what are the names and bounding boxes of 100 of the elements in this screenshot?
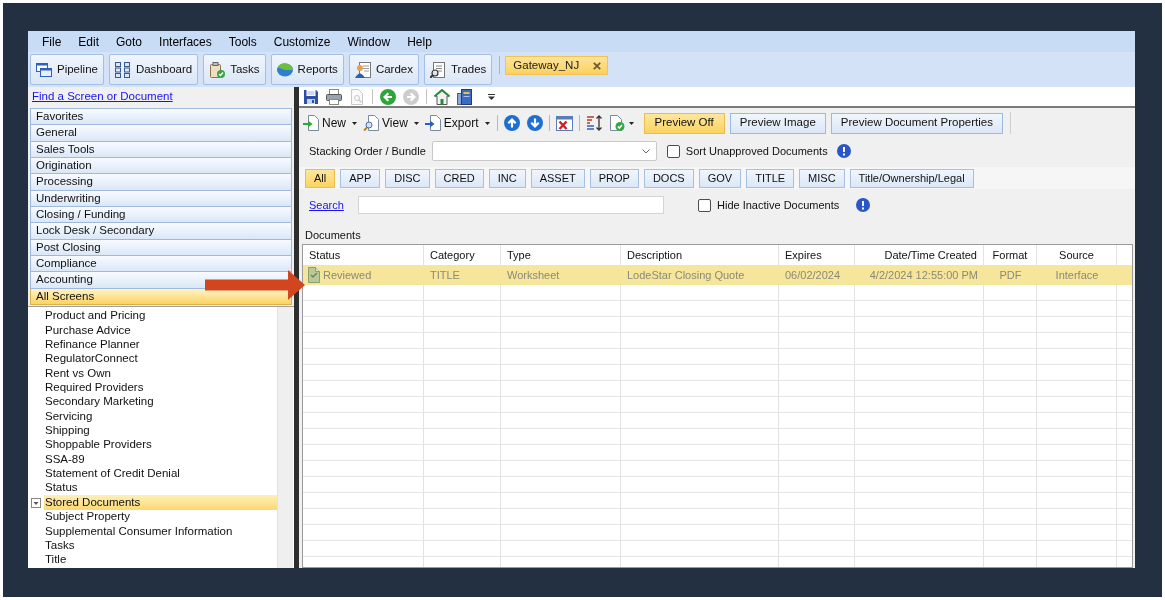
filter-tab[interactable]: ASSET bbox=[530, 168, 585, 188]
home-icon[interactable] bbox=[434, 88, 450, 105]
document-magnifier-icon bbox=[363, 115, 379, 131]
checkbox-label[interactable]: Hide Inactive Documents bbox=[717, 196, 840, 214]
clipboard-check-icon bbox=[209, 61, 226, 78]
category-bar[interactable]: Processing bbox=[30, 174, 292, 191]
filter-tab[interactable]: INC bbox=[488, 168, 526, 188]
preview-button[interactable]: Preview Image bbox=[729, 112, 826, 134]
menu-item[interactable]: Goto bbox=[116, 35, 143, 48]
filter-tab[interactable]: MISC bbox=[799, 168, 845, 188]
screen-list-item[interactable]: Tasks bbox=[44, 538, 277, 553]
toolbar-button[interactable]: Tasks bbox=[203, 54, 266, 85]
screen-list-item[interactable]: Required Providers bbox=[44, 380, 277, 395]
filter-tab[interactable]: All bbox=[305, 168, 336, 188]
dropdown-button[interactable]: New bbox=[302, 112, 358, 134]
filter-tab[interactable]: APP bbox=[340, 168, 381, 188]
menu-item[interactable]: Customize bbox=[273, 35, 331, 48]
category-bar[interactable]: General bbox=[30, 125, 292, 142]
screen-list-item[interactable]: Statement of Credit Denial bbox=[44, 466, 277, 482]
overflow-menu-icon[interactable] bbox=[488, 93, 495, 100]
menu-item[interactable]: Tools bbox=[228, 35, 257, 48]
filter-tab[interactable]: DISC bbox=[385, 168, 430, 188]
screen-list-item[interactable]: Title bbox=[44, 552, 277, 568]
document-arrow-icon bbox=[303, 115, 319, 131]
screen-list-item[interactable]: Supplemental Consumer Information bbox=[44, 524, 277, 539]
windows-icon bbox=[36, 61, 52, 78]
screen-list-item[interactable]: Shipping bbox=[44, 423, 277, 439]
filter-tab[interactable]: TITLE bbox=[746, 168, 795, 188]
info-icon[interactable] bbox=[856, 198, 871, 212]
document-check-icon[interactable] bbox=[608, 115, 625, 131]
save-icon[interactable] bbox=[303, 88, 319, 105]
scrollbar[interactable] bbox=[277, 306, 293, 568]
section-label: Documents bbox=[304, 228, 361, 242]
arrow-up-circle-icon[interactable] bbox=[503, 115, 520, 131]
category-bar[interactable]: Lock Desk / Secondary bbox=[30, 223, 292, 240]
chevron-down-icon bbox=[641, 148, 650, 154]
info-icon[interactable] bbox=[836, 144, 851, 158]
menu-item[interactable]: Window bbox=[347, 35, 391, 48]
menu-item[interactable]: Help bbox=[407, 35, 432, 48]
caret-icon bbox=[413, 121, 419, 125]
table-cell-text: 4/2/2024 12:55:00 PM bbox=[868, 267, 979, 283]
preview-button[interactable]: Preview Document Properties bbox=[830, 112, 1003, 134]
preview-button[interactable]: Preview Off bbox=[643, 112, 725, 134]
toolbar-button[interactable]: Dashboard bbox=[108, 54, 199, 85]
screen-list-item[interactable]: Secondary Marketing bbox=[44, 395, 277, 410]
dropdown-button[interactable]: Export bbox=[423, 112, 491, 134]
category-bar[interactable]: Favorites bbox=[30, 109, 292, 126]
screen-list-item[interactable]: Servicing bbox=[44, 409, 277, 424]
table-cell-text: TITLE bbox=[429, 267, 461, 283]
screen-list-item[interactable]: SSA-89 bbox=[44, 452, 277, 467]
sort-icon[interactable] bbox=[585, 115, 603, 131]
table-cell-text: 06/02/2024 bbox=[784, 267, 842, 283]
contact-card-icon bbox=[354, 61, 371, 78]
screen-list-item[interactable]: Shoppable Providers bbox=[44, 438, 277, 453]
document-arrow-icon bbox=[424, 115, 441, 131]
screen-list-item[interactable]: Status bbox=[44, 481, 277, 496]
caret-icon bbox=[484, 121, 490, 125]
checkbox[interactable] bbox=[698, 198, 711, 212]
toolbar-button[interactable]: Pipeline bbox=[30, 54, 104, 85]
toolbar-button[interactable]: Reports bbox=[270, 54, 344, 85]
filter-tab[interactable]: GOV bbox=[698, 168, 742, 188]
checkbox-label[interactable]: Sort Unapproved Documents bbox=[685, 142, 828, 160]
filter-tab[interactable]: DOCS bbox=[643, 168, 694, 188]
menu-item[interactable]: File bbox=[42, 35, 62, 48]
screen-list-item[interactable]: Stored Documents bbox=[44, 495, 277, 510]
pie-chart-icon bbox=[276, 61, 293, 78]
printer-icon[interactable] bbox=[326, 88, 342, 105]
document-icon bbox=[307, 267, 321, 283]
search-field[interactable] bbox=[358, 196, 664, 214]
table-cell-text: PDF bbox=[998, 267, 1023, 283]
find-link[interactable]: Find a Screen or Document bbox=[32, 91, 173, 103]
screen-list-item[interactable]: Rent vs Own bbox=[44, 366, 277, 381]
screen-list-item[interactable]: Purchase Advice bbox=[44, 323, 277, 338]
delete-icon[interactable] bbox=[555, 115, 573, 131]
document-magnifier-icon bbox=[429, 61, 446, 78]
document-tab[interactable]: Gateway_NJ bbox=[505, 56, 609, 75]
screen-list-item[interactable]: Subject Property bbox=[44, 509, 277, 525]
dropdown-field[interactable] bbox=[431, 141, 657, 161]
screen-list-item[interactable]: Product and Pricing bbox=[44, 308, 277, 324]
filter-tab[interactable]: CRED bbox=[434, 168, 484, 188]
filter-tab[interactable]: Title/Ownership/Legal bbox=[849, 168, 974, 188]
screen-list-item[interactable]: Refinance Planner bbox=[44, 337, 277, 352]
menu-item[interactable]: Interfaces bbox=[159, 35, 212, 48]
dropdown-button[interactable]: View bbox=[362, 112, 420, 134]
search-link[interactable]: Search bbox=[309, 196, 358, 214]
computer-tower-icon[interactable] bbox=[457, 88, 473, 105]
menu-item[interactable]: Edit bbox=[78, 35, 100, 48]
close-icon[interactable] bbox=[593, 61, 602, 70]
dropdown-box-icon[interactable] bbox=[31, 497, 41, 508]
table-cell-text: LodeStar Closing Quote bbox=[626, 267, 746, 283]
toolbar-button[interactable]: Trades bbox=[423, 54, 493, 85]
screen-list-item[interactable]: RegulatorConnect bbox=[44, 351, 277, 367]
caret-icon bbox=[628, 121, 634, 125]
back-icon[interactable] bbox=[380, 88, 396, 105]
table-cell-text: Reviewed bbox=[323, 267, 372, 283]
table-cell-text: Worksheet bbox=[506, 267, 561, 283]
arrow-down-circle-icon[interactable] bbox=[526, 115, 543, 131]
toolbar-button[interactable]: Cardex bbox=[348, 54, 419, 85]
checkbox[interactable] bbox=[666, 144, 680, 158]
filter-tab[interactable]: PROP bbox=[589, 168, 639, 188]
